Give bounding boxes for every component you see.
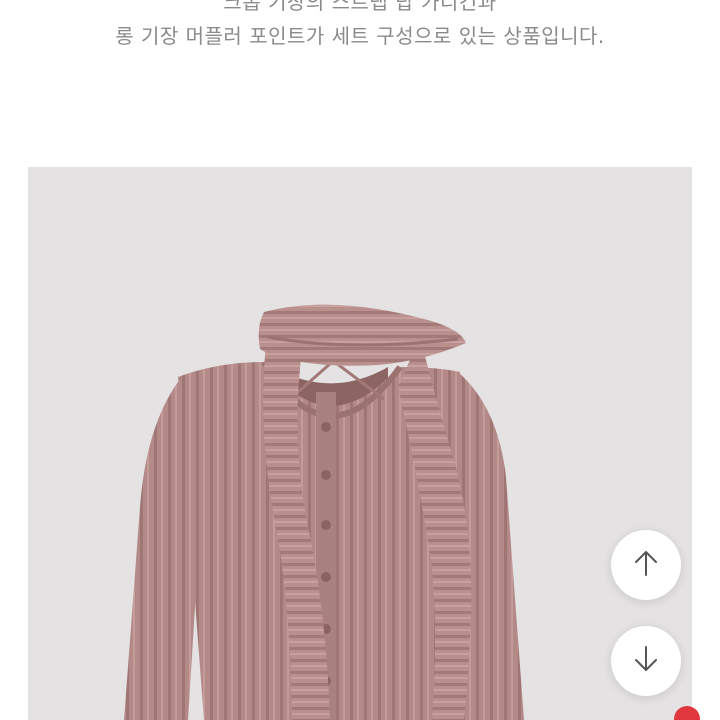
product-detail-page: 크롭 기장의 스트랩 탑 가디건과 롱 기장 머플러 포인트가 세트 구성으로 … (0, 0, 720, 720)
arrow-up-icon (633, 549, 659, 581)
notification-badge[interactable] (674, 706, 700, 720)
product-image (28, 167, 692, 720)
description-line-1: 크롭 기장의 스트랩 탑 가디건과 (223, 0, 497, 14)
scroll-up-button[interactable] (611, 530, 681, 600)
description-line-2: 롱 기장 머플러 포인트가 세트 구성으로 있는 상품입니다. (115, 24, 605, 48)
arrow-down-icon (633, 645, 659, 677)
scarf-neck-wrap (258, 304, 466, 367)
scroll-down-button[interactable] (611, 626, 681, 696)
